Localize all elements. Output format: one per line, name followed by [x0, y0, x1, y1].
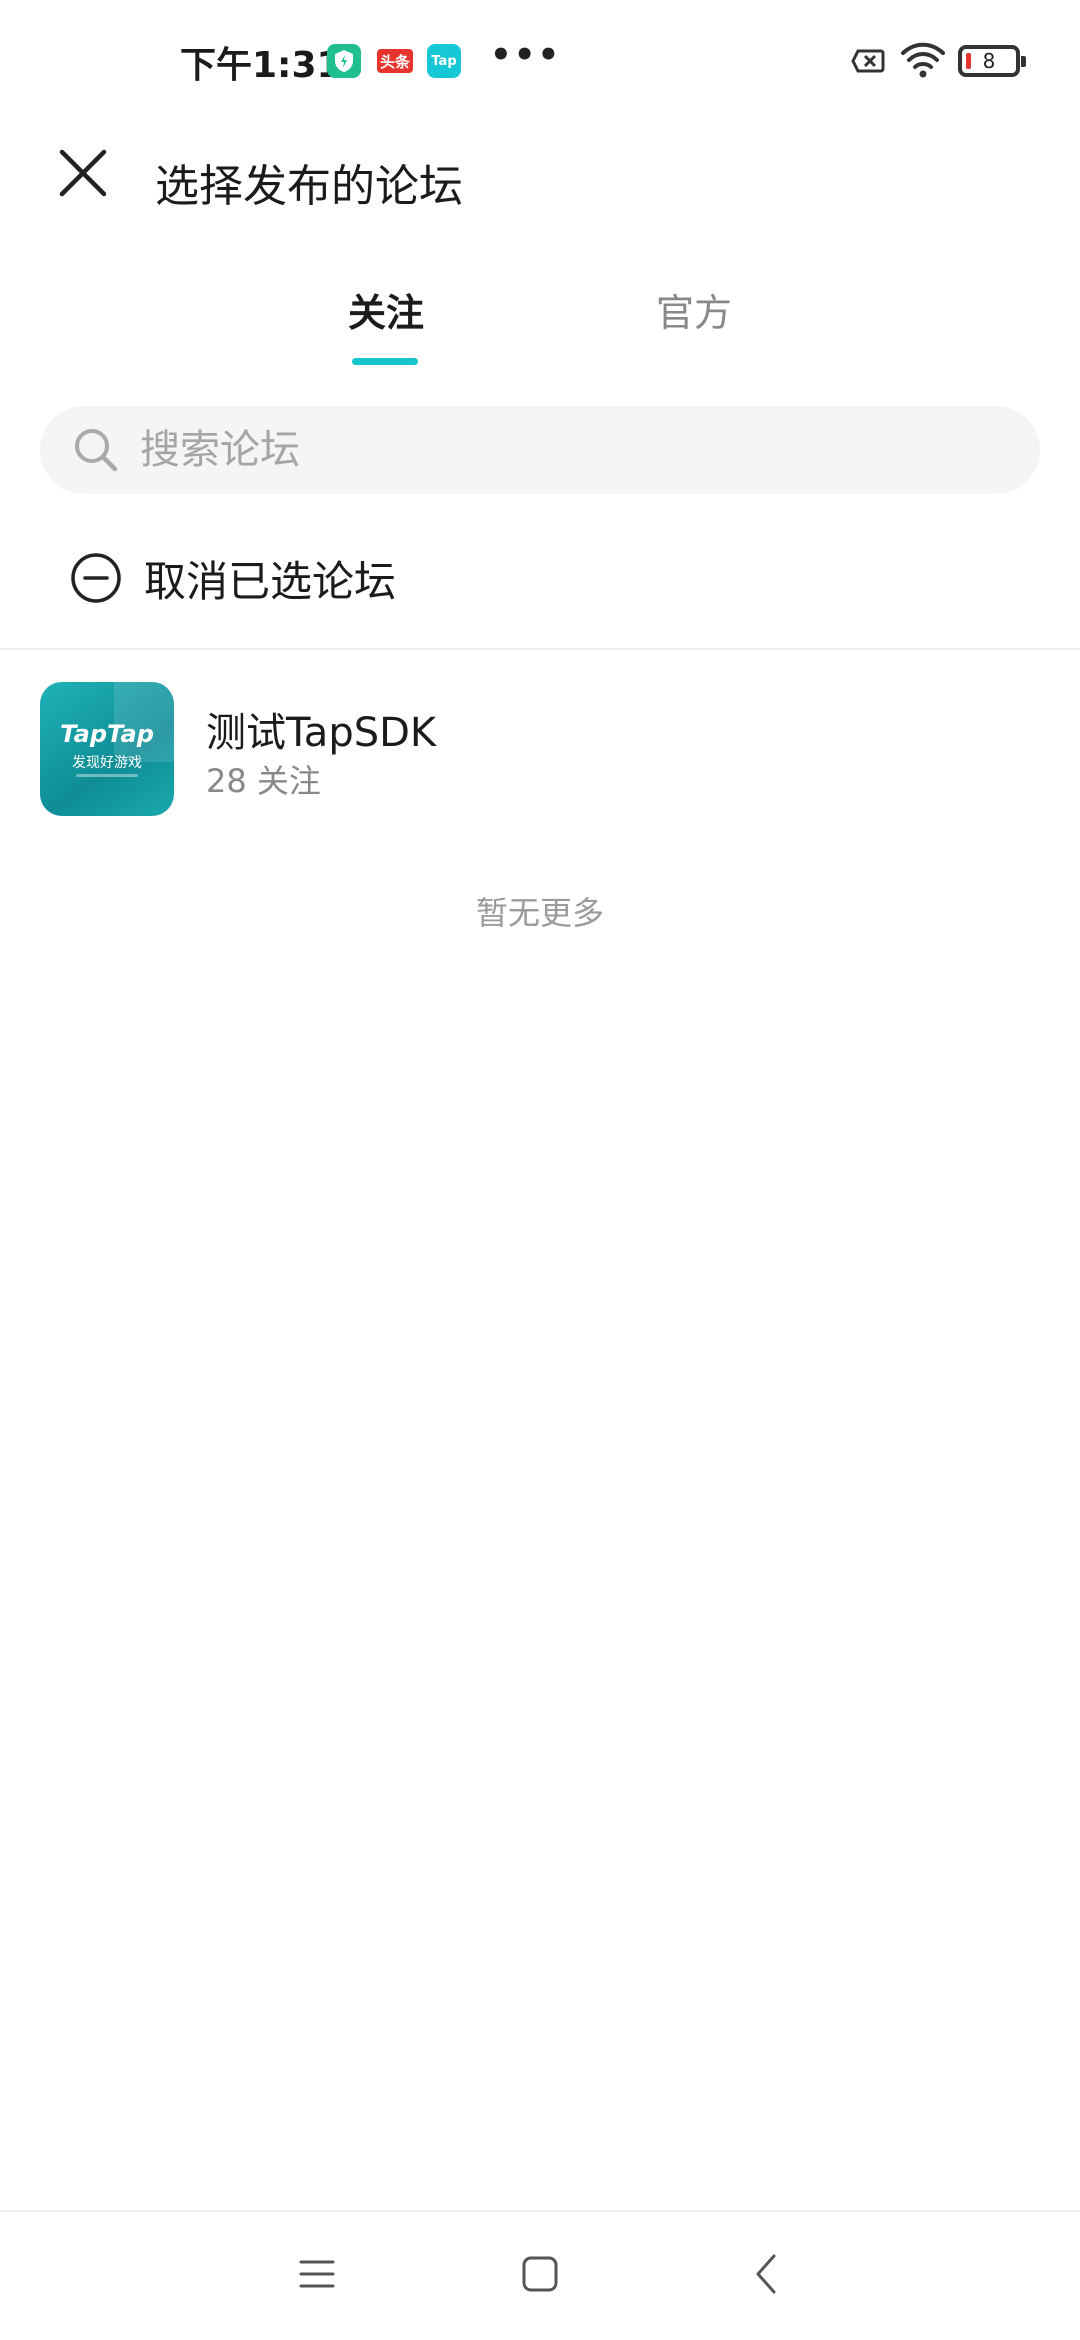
no-sim-icon [851, 49, 885, 73]
list-end-text: 暂无更多 [475, 894, 604, 932]
menu-icon[interactable] [287, 2244, 347, 2304]
avatar-decoration-line [76, 774, 138, 777]
cancel-selected-forum-button[interactable]: 取消已选论坛 [70, 538, 570, 618]
search-input[interactable] [140, 406, 1000, 494]
taptap-notification-icon: Tap [427, 44, 461, 78]
avatar-slogan-text: 发现好游戏 [72, 755, 142, 771]
shield-notification-icon [327, 44, 361, 78]
minus-circle-icon [71, 553, 121, 603]
status-time: 下午1:31 [180, 45, 342, 86]
tab-official[interactable]: 官方 [656, 282, 732, 337]
tab-bar: 关注 官方 [0, 270, 1080, 380]
toutiao-notification-icon: 头条 [377, 49, 413, 73]
forum-list-item[interactable]: TapTap 发现好游戏 测试TapSDK 28 关注 [0, 680, 1080, 820]
tab-following[interactable]: 关注 [348, 282, 424, 337]
status-bar: 下午1:31 头条 Tap ••• 8 [0, 0, 1080, 120]
header: 选择发布的论坛 [0, 120, 1080, 270]
forum-follower-count: 28 关注 [206, 762, 321, 800]
forum-name: 测试TapSDK [206, 710, 437, 756]
search-box[interactable] [40, 406, 1040, 494]
page-title: 选择发布的论坛 [155, 161, 463, 212]
home-icon[interactable] [510, 2244, 570, 2304]
active-tab-indicator [352, 358, 418, 365]
screen: 下午1:31 头条 Tap ••• 8 选择发布的论坛 关注 官方 搜索论坛 取… [0, 0, 1080, 2340]
back-icon[interactable] [738, 2244, 798, 2304]
wifi-icon [901, 42, 945, 78]
battery-percentage: 8 [982, 49, 996, 73]
battery-icon: 8 [958, 45, 1026, 77]
navigation-bar [0, 2212, 1080, 2340]
section-divider [0, 648, 1080, 650]
forum-avatar: TapTap 发现好游戏 [40, 682, 174, 816]
cancel-selected-forum-label: 取消已选论坛 [144, 557, 397, 606]
more-notifications-icon: ••• [490, 35, 562, 75]
search-icon [75, 429, 118, 472]
avatar-brand-text: TapTap [60, 720, 154, 748]
close-icon[interactable] [50, 140, 116, 206]
